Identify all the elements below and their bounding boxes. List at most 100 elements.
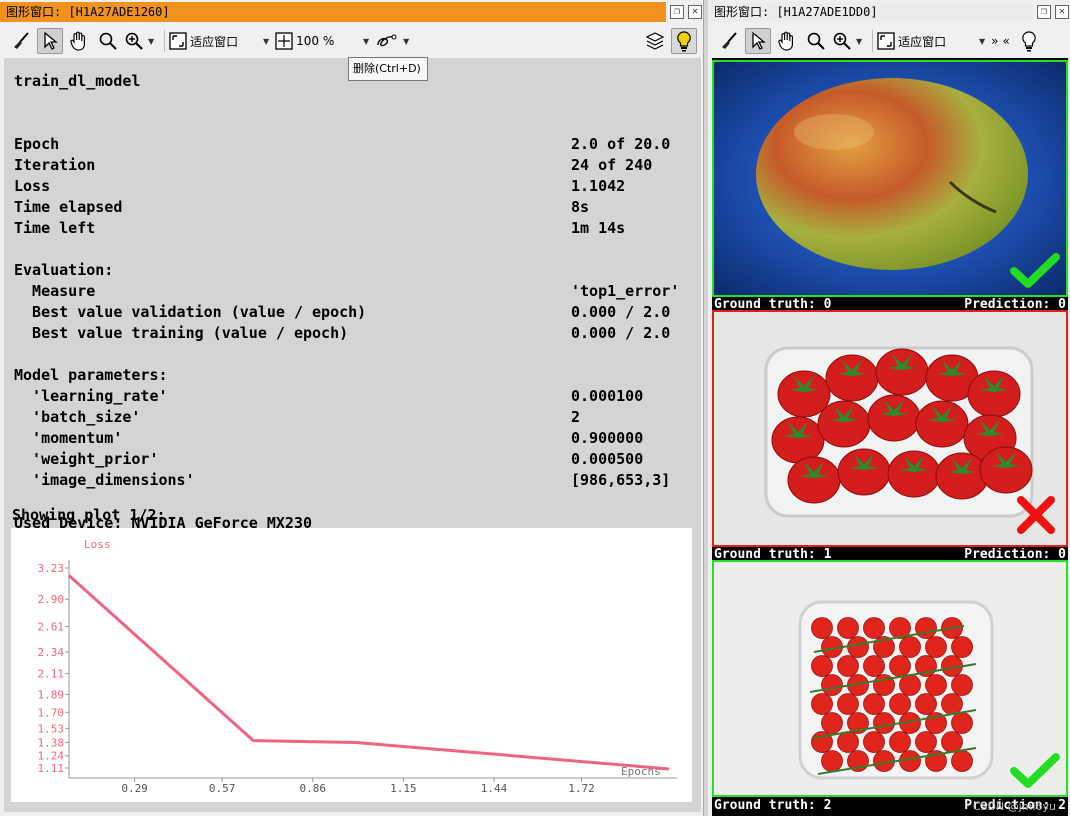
- tomato: [847, 636, 869, 658]
- fit-window-label: 适应窗口: [190, 34, 239, 49]
- y-tick-label: 1.89: [38, 688, 65, 701]
- strawberry: [979, 446, 1033, 494]
- chevron-left-double-icon[interactable]: «: [1003, 34, 1010, 48]
- tomato: [889, 693, 911, 715]
- magnifier-icon[interactable]: [803, 28, 829, 54]
- tomato: [889, 731, 911, 753]
- chevron-right-double-icon[interactable]: »: [991, 34, 998, 48]
- zoom-in-dropdown[interactable]: ▼: [124, 28, 154, 54]
- info-label: Iteration: [14, 156, 96, 174]
- strawberry: [915, 400, 969, 448]
- tomato: [925, 674, 947, 696]
- info-label: Best value training (value / epoch): [14, 324, 349, 342]
- delete-tooltip: 删除(Ctrl+D): [348, 57, 428, 81]
- fit-window-icon: [877, 32, 895, 50]
- info-value: 0.000 / 2.0: [571, 324, 671, 342]
- draw-shape-dropdown[interactable]: ▼: [375, 28, 409, 54]
- loss-chart-svg: LossEpochs3.232.902.612.342.111.891.701.…: [38, 538, 677, 795]
- info-label: Best value validation (value / epoch): [14, 303, 367, 321]
- tomato: [837, 655, 859, 677]
- y-tick-label: 1.70: [38, 706, 65, 719]
- chevron-down-icon: ▼: [979, 36, 986, 46]
- magnifier-icon[interactable]: [95, 28, 121, 54]
- check-icon: [1010, 753, 1060, 788]
- window-title: 图形窗口: [H1A27ADE1DD0]: [708, 2, 1033, 22]
- info-label: 'learning_rate': [14, 387, 168, 405]
- info-value: 'top1_error': [571, 282, 680, 300]
- pointer-icon[interactable]: [745, 28, 771, 54]
- info-label: 'batch_size': [14, 408, 141, 426]
- y-axis-label: Loss: [84, 538, 111, 551]
- strawberry: [935, 452, 989, 500]
- close-button[interactable]: ✕: [1055, 5, 1069, 19]
- tomato: [899, 674, 921, 696]
- chevron-down-icon: ▼: [148, 36, 155, 46]
- zoom-level-icon: [275, 32, 293, 50]
- info-value: 1.1042: [571, 177, 626, 195]
- zoom-in-icon: [833, 32, 851, 50]
- info-label: 'weight_prior': [14, 450, 159, 468]
- info-label: Time left: [14, 219, 96, 237]
- separator: [164, 30, 166, 52]
- tomato: [837, 731, 859, 753]
- x-tick-label: 1.15: [390, 782, 417, 795]
- strawberry: [777, 370, 831, 418]
- tomato: [951, 712, 973, 734]
- y-tick-label: 3.23: [38, 562, 65, 575]
- x-tick-label: 0.29: [121, 782, 148, 795]
- fit-window-dropdown[interactable]: 适应窗口 ▼: [877, 28, 985, 54]
- window-title: 图形窗口: [H1A27ADE1260]: [0, 2, 666, 22]
- info-value: 0.000 / 2.0: [571, 303, 671, 321]
- lightbulb-icon[interactable]: [1016, 28, 1042, 54]
- restore-button[interactable]: ❐: [670, 5, 684, 19]
- tomato: [951, 674, 973, 696]
- layers-icon[interactable]: [642, 28, 668, 54]
- separator: [872, 30, 874, 52]
- zoom-in-icon: [125, 32, 143, 50]
- title-bar: 图形窗口: [H1A27ADE1DD0] ❐ ✕: [708, 2, 1070, 22]
- ground-truth-label: Ground truth: 2: [714, 799, 832, 813]
- info-label: 'momentum': [14, 429, 123, 447]
- chevron-down-icon: ▼: [263, 36, 270, 46]
- clear-brush-icon[interactable]: [8, 28, 34, 54]
- fit-window-label: 适应窗口: [898, 34, 947, 49]
- clear-brush-icon[interactable]: [716, 28, 742, 54]
- loss-series-line: [67, 574, 670, 771]
- inference-canvas[interactable]: Ground truth: 0 Prediction: 0 Ground tru…: [712, 58, 1068, 816]
- info-label: Measure: [14, 282, 96, 300]
- tomato: [951, 750, 973, 772]
- y-tick-label: 1.11: [38, 762, 65, 775]
- zoom-level-dropdown[interactable]: 100 % ▼: [275, 28, 369, 54]
- pointer-icon[interactable]: [37, 28, 63, 54]
- info-value: 8s: [571, 198, 590, 216]
- lightbulb-icon[interactable]: [671, 28, 697, 54]
- tomato: [863, 655, 885, 677]
- watermark: CSDN @jml6yu: [972, 800, 1056, 813]
- y-tick-label: 1.53: [38, 722, 65, 735]
- info-label: Time elapsed: [14, 198, 123, 216]
- training-canvas[interactable]: train_dl_model Epoch 2.0 of 20.0 Iteration…: [4, 58, 701, 812]
- tomato: [837, 693, 859, 715]
- section-header: Evaluation:: [14, 261, 114, 279]
- hand-pan-icon[interactable]: [66, 28, 92, 54]
- hand-pan-icon[interactable]: [774, 28, 800, 54]
- title-bar: 图形窗口: [H1A27ADE1260] ❐ ✕: [0, 2, 703, 22]
- tomato: [915, 731, 937, 753]
- tomato: [925, 636, 947, 658]
- y-tick-label: 2.11: [38, 668, 65, 681]
- overflow-chevrons[interactable]: » «: [991, 28, 1010, 54]
- restore-button[interactable]: ❐: [1037, 5, 1051, 19]
- strawberry: [875, 348, 929, 396]
- tomato: [811, 655, 833, 677]
- info-value: 24 of 240: [571, 156, 653, 174]
- strawberry: [817, 400, 871, 448]
- x-tick-label: 0.86: [300, 782, 327, 795]
- info-value: 0.000100: [571, 387, 644, 405]
- close-button[interactable]: ✕: [688, 5, 702, 19]
- zoom-in-dropdown[interactable]: ▼: [832, 28, 862, 54]
- fit-window-dropdown[interactable]: 适应窗口 ▼: [169, 28, 269, 54]
- tomato: [863, 693, 885, 715]
- tomato: [811, 617, 833, 639]
- info-label: Epoch: [14, 135, 60, 153]
- info-label: 'image_dimensions': [14, 471, 195, 489]
